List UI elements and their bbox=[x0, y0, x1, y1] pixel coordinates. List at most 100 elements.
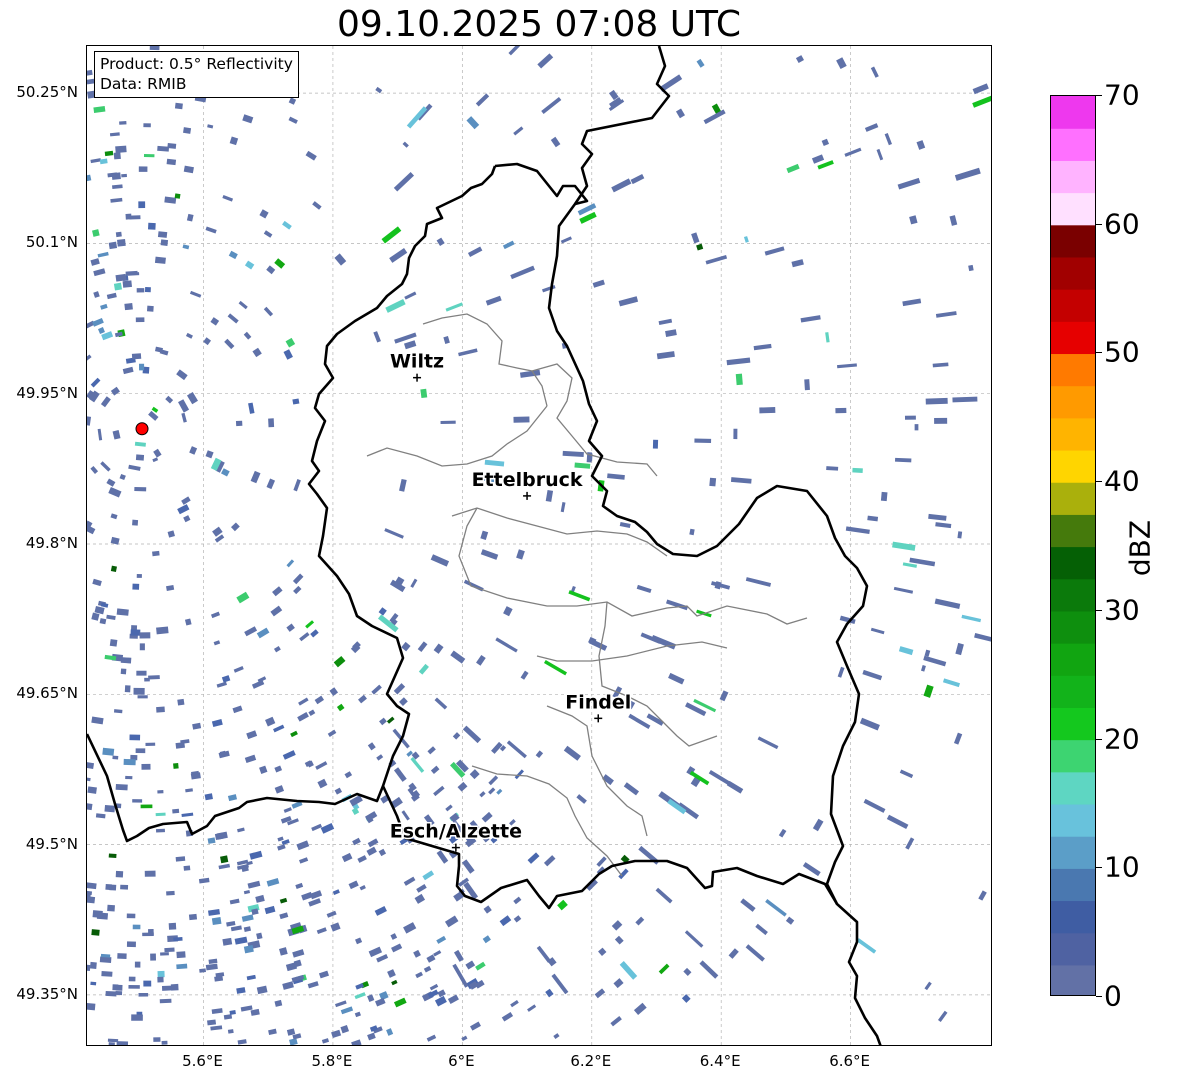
echo-cell bbox=[243, 890, 251, 895]
echo-cell bbox=[488, 775, 499, 786]
echo-cell bbox=[124, 303, 133, 311]
echo-cell bbox=[93, 291, 100, 298]
lon-tick-label: 6.2°E bbox=[570, 1052, 612, 1070]
echo-cell bbox=[126, 941, 136, 948]
echo-cell bbox=[381, 226, 402, 244]
echo-cell bbox=[270, 605, 283, 617]
echo-cell bbox=[166, 158, 177, 166]
echo-cell bbox=[183, 515, 191, 523]
echo-cell bbox=[444, 915, 459, 928]
echo-cell bbox=[90, 158, 102, 164]
echo-cell bbox=[210, 611, 221, 619]
echo-cell bbox=[341, 852, 353, 863]
echo-cell bbox=[115, 984, 123, 991]
echo-cell bbox=[905, 837, 915, 850]
echo-cell bbox=[332, 889, 340, 895]
echo-cell bbox=[242, 114, 254, 124]
echo-cell bbox=[166, 890, 175, 896]
echo-cell bbox=[227, 794, 238, 802]
city-marker[interactable]: Ettelbruck bbox=[470, 467, 584, 500]
echo-cell bbox=[288, 116, 298, 124]
echo-cell bbox=[367, 838, 379, 848]
echo-cell bbox=[210, 317, 220, 326]
echo-cell bbox=[821, 138, 830, 147]
echo-cell bbox=[623, 782, 640, 796]
echo-cell bbox=[543, 660, 567, 676]
colorbar-gradient bbox=[1051, 96, 1095, 995]
colorbar bbox=[1050, 95, 1096, 996]
echo-cell bbox=[189, 290, 202, 298]
echo-cell bbox=[652, 439, 659, 449]
echo-cell bbox=[132, 924, 141, 930]
echo-cell bbox=[106, 292, 117, 300]
echo-cell bbox=[296, 840, 310, 851]
echo-cell bbox=[536, 945, 552, 963]
colorbar-swatch bbox=[1051, 900, 1095, 934]
echo-cell bbox=[250, 470, 261, 484]
echo-cell bbox=[735, 373, 743, 386]
echo-cell bbox=[457, 781, 468, 792]
echo-cell bbox=[932, 362, 949, 368]
canton-border bbox=[366, 405, 548, 467]
city-marker[interactable]: Wiltz bbox=[388, 349, 446, 382]
echo-cell bbox=[961, 614, 982, 623]
echo-cell bbox=[367, 994, 375, 1003]
radar-map[interactable]: Wiltz Ettelbruck Findel Esch/Alzette bbox=[86, 45, 992, 1046]
echo-cell bbox=[126, 913, 136, 919]
echo-cell bbox=[274, 765, 283, 773]
city-marker[interactable]: Esch/Alzette bbox=[388, 819, 523, 852]
map-canvas: Wiltz Ettelbruck Findel Esch/Alzette bbox=[87, 46, 991, 1045]
echo-cell bbox=[434, 697, 448, 710]
echo-cell bbox=[357, 855, 367, 863]
echo-cell bbox=[93, 268, 106, 277]
colorbar-tick bbox=[1096, 352, 1102, 354]
echo-cell bbox=[244, 260, 255, 270]
echo-cell bbox=[117, 239, 126, 247]
echo-cell bbox=[315, 761, 328, 770]
radar-site-marker[interactable] bbox=[135, 422, 149, 436]
colorbar-swatch bbox=[1051, 707, 1095, 741]
echo-cell bbox=[87, 761, 95, 769]
echo-cell bbox=[243, 926, 251, 932]
echo-cell bbox=[684, 930, 704, 948]
canton-border bbox=[458, 507, 808, 625]
echo-cell bbox=[121, 173, 127, 178]
echo-cell bbox=[87, 1002, 96, 1011]
echo-cell bbox=[433, 643, 444, 654]
echo-cell bbox=[192, 722, 202, 730]
echo-cell bbox=[384, 528, 404, 539]
echo-cell bbox=[148, 410, 159, 421]
echo-cell bbox=[545, 489, 554, 502]
echo-cell bbox=[214, 975, 224, 982]
echo-cell bbox=[104, 150, 114, 157]
echo-cell bbox=[914, 424, 919, 431]
echo-cell bbox=[97, 251, 109, 258]
echo-cell bbox=[109, 639, 118, 647]
echo-cell bbox=[730, 477, 752, 484]
echo-cell bbox=[916, 140, 926, 150]
canton-border bbox=[546, 705, 648, 837]
echo-cell bbox=[430, 554, 450, 567]
colorbar-tick-label: 40 bbox=[1104, 464, 1140, 498]
echo-cell bbox=[923, 655, 947, 667]
echo-cell bbox=[246, 974, 256, 981]
echo-cell bbox=[205, 450, 214, 459]
lat-tick-label: 49.35°N bbox=[16, 984, 78, 1003]
echo-cell bbox=[110, 565, 117, 572]
echo-cell bbox=[386, 716, 395, 724]
echo-cell bbox=[867, 515, 879, 522]
echo-cell bbox=[937, 1010, 948, 1022]
echo-cell bbox=[237, 827, 245, 833]
echo-cell bbox=[452, 963, 469, 988]
echo-cell bbox=[153, 448, 162, 458]
echo-cell bbox=[870, 66, 879, 78]
echo-cell bbox=[628, 713, 651, 730]
echo-cell bbox=[835, 407, 847, 414]
colorbar-swatch bbox=[1051, 514, 1095, 548]
echo-cell bbox=[136, 573, 142, 578]
echo-cell bbox=[87, 69, 93, 77]
echo-cell bbox=[143, 980, 152, 987]
echo-cell bbox=[131, 1014, 143, 1021]
echo-cell bbox=[791, 259, 804, 268]
echo-cell bbox=[898, 646, 914, 656]
